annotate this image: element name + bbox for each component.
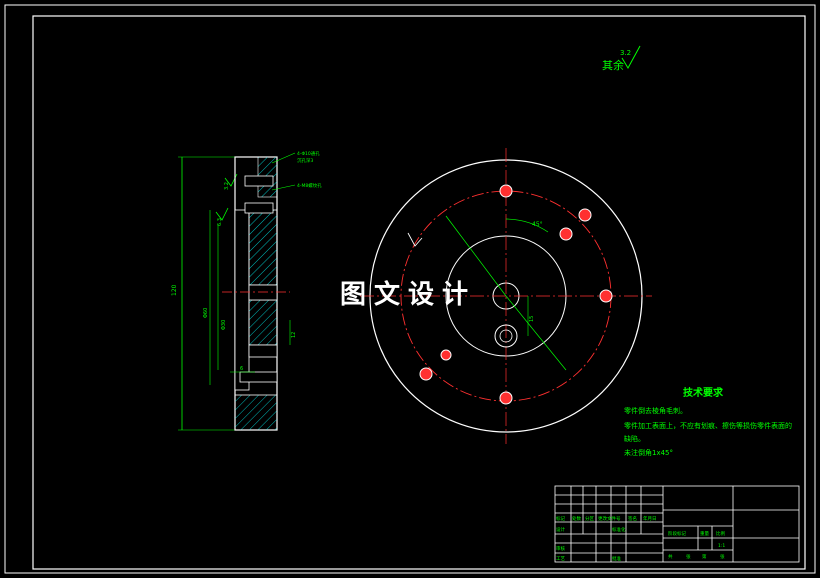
tech-requirements-title: 技术要求 [683, 386, 724, 399]
dim-phi30: Φ30 [221, 320, 227, 330]
tech-req-line-2: 零件加工表面上，不应有划痕、擦伤等损伤零件表面的 [624, 421, 792, 430]
tb-change-doc: 更改文件号 [598, 515, 621, 522]
section-view: 120 Φ60 Φ30 6.3 3.2 12 6 4-Φ10通孔 沉孔深3 4-… [171, 150, 322, 431]
callout-through-hole: 4-Φ10通孔 [297, 150, 320, 157]
callout-counterbore: 沉孔深3 [297, 157, 313, 164]
tb-sheet-unit-1: 张 [686, 553, 691, 560]
tech-req-line-3: 缺陷。 [624, 434, 645, 443]
watermark-text: 图文设计 [340, 280, 477, 310]
tb-review: 审核 [556, 545, 565, 552]
surface-roughness-note: 其余 3.2 [602, 45, 641, 72]
tb-count: 处数 [572, 515, 581, 522]
dim-phi60: Φ60 [203, 308, 209, 318]
dim-6-3: 6.3 [217, 218, 223, 226]
tech-requirements: 技术要求 零件倒去棱角毛刺。 零件加工表面上，不应有划痕、擦伤等损伤零件表面的 … [624, 386, 792, 457]
tb-scale: 比例 [716, 530, 725, 537]
roughness-label: 其余 [602, 58, 624, 72]
callout-thread-hole: 4-M8螺纹孔 [297, 182, 322, 189]
angle-dim: 45° [532, 221, 543, 228]
tb-approve: 批准 [612, 555, 621, 562]
dim-12: 12 [291, 332, 297, 338]
title-block [554, 485, 800, 563]
tb-sheet-unit-2: 张 [720, 553, 725, 560]
tb-sheet-total: 共 [668, 553, 673, 560]
tb-stage: 阶段标记 [668, 530, 686, 537]
tb-date: 年月日 [643, 515, 657, 522]
roughness-value: 3.2 [620, 49, 631, 57]
dim-6: 6 [240, 366, 243, 372]
tb-sheet-no: 第 [702, 553, 707, 560]
tb-process: 工艺 [556, 556, 565, 562]
tech-req-line-1: 零件倒去棱角毛刺。 [624, 406, 687, 415]
tb-sign: 签名 [628, 515, 637, 522]
tb-zone: 分区 [585, 515, 594, 522]
tb-standardized: 标准化 [612, 526, 626, 533]
tb-weight: 重量 [700, 530, 709, 537]
tb-design: 设计 [556, 526, 565, 533]
vertical-offset-dim: 15 [529, 316, 535, 322]
tech-req-line-4: 未注倒角1x45° [624, 448, 673, 457]
dim-3-2: 3.2 [224, 182, 230, 190]
hatch-region [248, 209, 278, 286]
overall-height-dim: 120 [171, 284, 178, 296]
tb-mark: 标记 [556, 515, 565, 522]
tb-scale-value: 1:1 [718, 543, 725, 549]
